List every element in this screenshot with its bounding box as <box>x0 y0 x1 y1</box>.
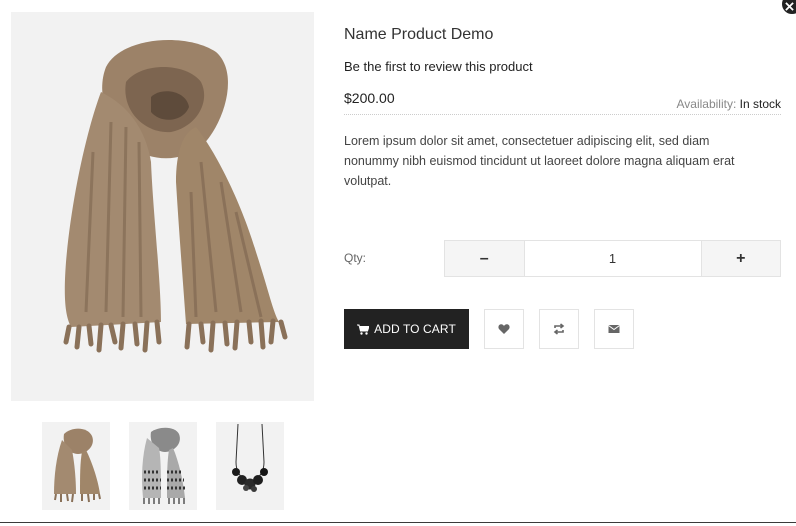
thumbnail-necklace-black-beads[interactable] <box>216 422 284 510</box>
add-to-cart-label: ADD TO CART <box>374 322 456 336</box>
review-link[interactable]: Be the first to review this product <box>344 59 781 75</box>
product-description: Lorem ipsum dolor sit amet, consectetuer… <box>344 134 735 188</box>
email-button[interactable] <box>594 309 634 349</box>
decrement-button[interactable]: – <box>445 241 524 276</box>
thumbnail-scarf-beige[interactable] <box>42 422 110 510</box>
thumbnail-strip <box>42 422 303 510</box>
quantity-row: Qty: – + <box>344 240 781 277</box>
add-to-cart-button[interactable]: ADD TO CART <box>344 309 469 349</box>
envelope-icon <box>608 325 620 333</box>
price-row: $200.00 Availability: In stock <box>344 89 781 115</box>
cart-icon <box>357 324 370 335</box>
availability: Availability: In stock <box>676 97 781 111</box>
product-main-image <box>11 12 314 401</box>
availability-label: Availability: <box>676 97 737 111</box>
quantity-input[interactable] <box>523 241 702 276</box>
compare-icon <box>553 323 565 335</box>
heart-icon <box>498 324 510 334</box>
product-price: $200.00 <box>344 90 395 106</box>
availability-value: In stock <box>739 97 781 111</box>
quantity-label: Qty: <box>344 251 367 265</box>
compare-button[interactable] <box>539 309 579 349</box>
wishlist-button[interactable] <box>484 309 524 349</box>
thumbnail-scarf-patterned-grey[interactable] <box>129 422 197 510</box>
increment-button[interactable]: + <box>701 241 780 276</box>
action-buttons: ADD TO CART <box>344 309 649 349</box>
close-button[interactable] <box>780 0 796 16</box>
product-info: Name Product Demo Be the first to review… <box>344 24 781 191</box>
product-title: Name Product Demo <box>344 26 494 43</box>
quick-view-modal: Name Product Demo Be the first to review… <box>0 0 796 523</box>
close-icon <box>785 2 794 11</box>
quantity-stepper: – + <box>444 240 781 277</box>
